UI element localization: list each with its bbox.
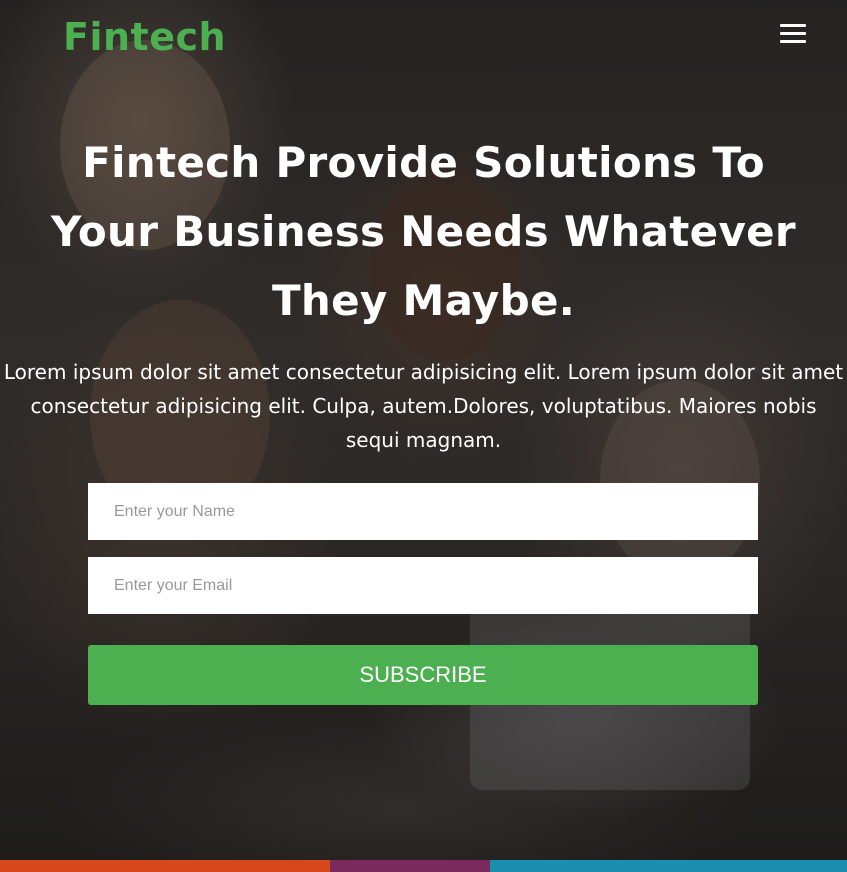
navbar: Fintech [0, 0, 847, 78]
menu-bar [780, 24, 806, 27]
hero-headline: Fintech Provide Solutions To Your Busine… [51, 138, 796, 325]
menu-bar [780, 32, 806, 35]
brand-logo[interactable]: Fintech [63, 15, 226, 59]
hero-subtext: Lorem ipsum dolor sit amet consectetur a… [3, 360, 844, 452]
subscribe-form: SUBSCRIBE [88, 483, 758, 705]
email-input[interactable] [88, 557, 758, 614]
subscribe-button[interactable]: SUBSCRIBE [88, 645, 758, 705]
hero-section: Fintech Fintech Provide Solutions To You… [0, 0, 847, 872]
name-input[interactable] [88, 483, 758, 540]
bottom-color-strip [0, 860, 847, 872]
strip-segment [0, 860, 330, 872]
strip-segment [490, 860, 847, 872]
hero-content: Fintech Provide Solutions To Your Busine… [0, 128, 847, 457]
hamburger-menu-icon[interactable] [780, 24, 806, 44]
strip-segment [330, 860, 490, 872]
menu-bar [780, 40, 806, 43]
